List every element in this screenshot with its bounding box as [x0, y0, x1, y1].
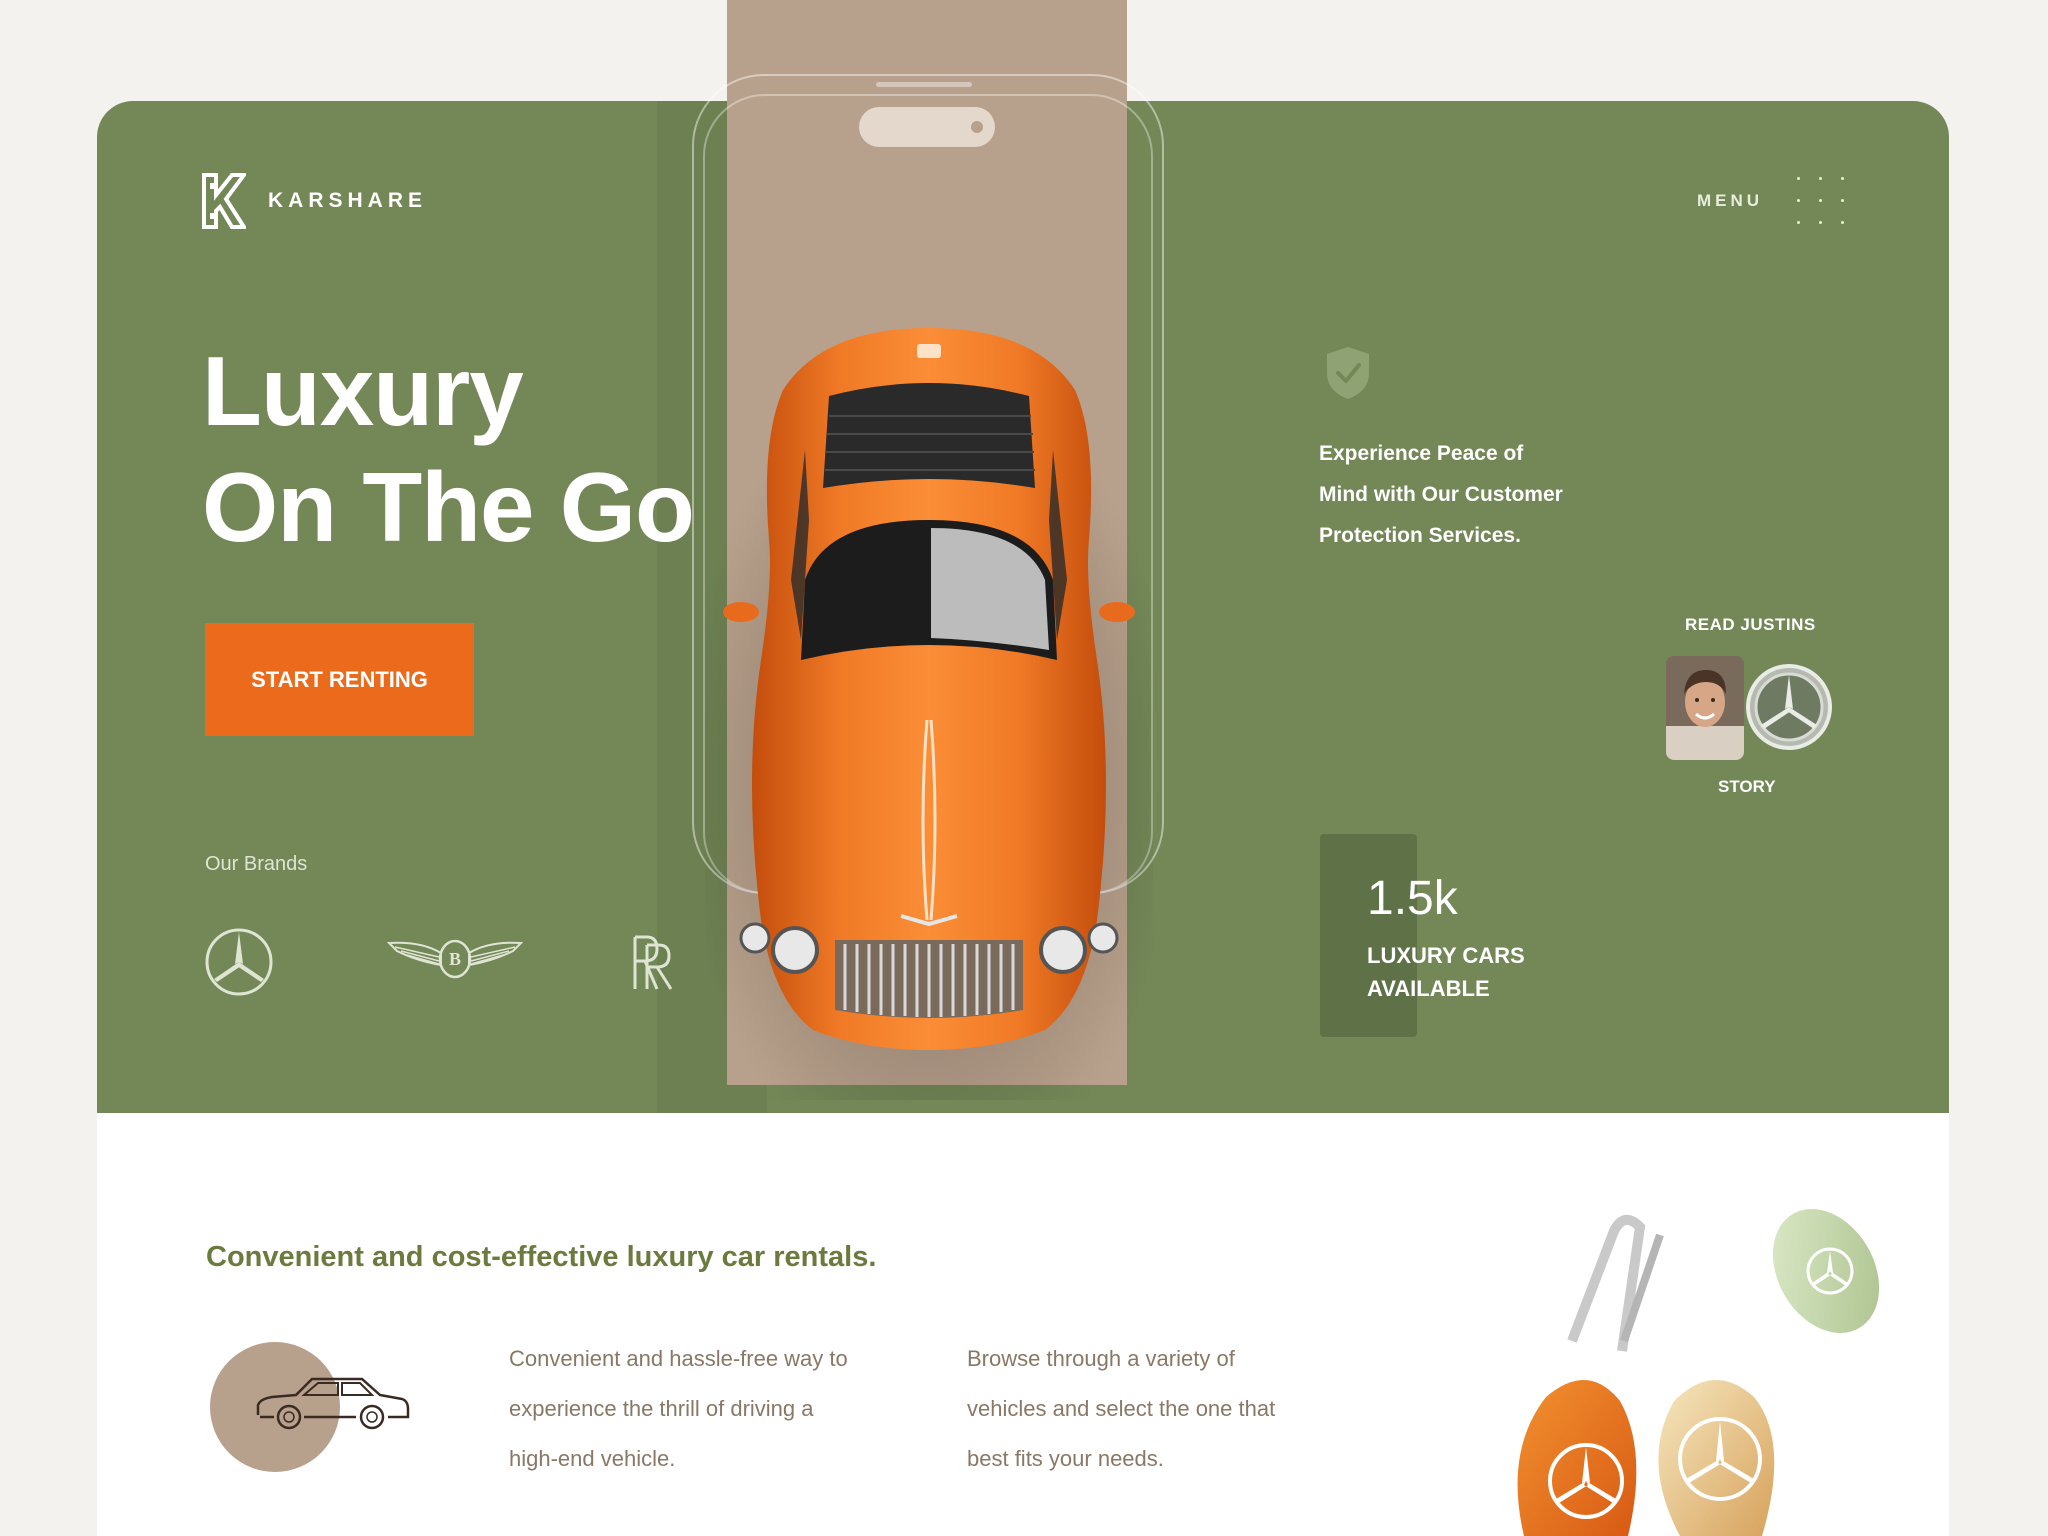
brands-label: Our Brands — [205, 853, 308, 875]
stat-accent-box — [1320, 834, 1417, 1037]
feature-2-line-2: vehicles and select the one that — [967, 1396, 1276, 1421]
svg-text:B: B — [449, 949, 461, 969]
mercedes-badge-icon — [1746, 664, 1832, 750]
protection-line-1: Experience Peace of — [1319, 442, 1524, 465]
stat-label-line-2: AVAILABLE — [1367, 976, 1490, 1001]
menu-label: MENU — [1696, 190, 1763, 210]
feature-description-2: Browse through a variety of vehicles and… — [967, 1334, 1275, 1484]
customer-avatar[interactable] — [1666, 656, 1744, 760]
portrait-image — [1666, 656, 1744, 760]
brand-logo[interactable]: KARSHARE — [202, 173, 427, 229]
start-renting-button[interactable]: START RENTING — [205, 623, 474, 736]
car-outline-icon — [256, 1377, 410, 1430]
headline-line-2: On The Go — [202, 452, 695, 562]
protection-text: Experience Peace of Mind with Our Custom… — [1319, 433, 1639, 556]
shield-check-icon — [1327, 347, 1369, 399]
karshare-logo-icon — [202, 173, 246, 229]
section-title: Convenient and cost-effective luxury car… — [206, 1241, 877, 1273]
stat-value: 1.5k — [1367, 872, 1458, 925]
story-link-top[interactable]: READ JUSTINS — [1685, 615, 1816, 635]
phone-dynamic-island — [859, 107, 995, 147]
feature-2-line-3: best fits your needs. — [967, 1446, 1164, 1471]
phone-speaker-bar — [876, 82, 972, 87]
menu-button[interactable]: MENU — [1697, 177, 1844, 224]
rolls-royce-logo-icon[interactable] — [631, 933, 677, 993]
feature-1-line-1: Convenient and hassle-free way to — [509, 1346, 848, 1371]
headline-line-1: Luxury — [202, 336, 524, 446]
orange-luxury-car-image — [705, 328, 1153, 1100]
story-link-bottom[interactable]: STORY — [1718, 777, 1776, 797]
brand-name: KARSHARE — [268, 189, 428, 212]
grid-dots-icon — [1797, 177, 1844, 224]
feature-1-line-3: high-end vehicle. — [509, 1446, 676, 1471]
bentley-logo-icon[interactable]: B — [387, 935, 523, 983]
hero-headline: Luxury On The Go — [202, 333, 695, 565]
stat-label: LUXURY CARS AVAILABLE — [1367, 939, 1607, 1005]
protection-line-2: Mind with Our Customer — [1319, 483, 1563, 506]
feature-1-line-2: experience the thrill of driving a — [509, 1396, 814, 1421]
feature-2-line-1: Browse through a variety of — [967, 1346, 1235, 1371]
car-keys-image — [1517, 1209, 1880, 1536]
mercedes-benz-logo-icon[interactable] — [204, 927, 274, 997]
feature-description-1: Convenient and hassle-free way to experi… — [509, 1334, 848, 1484]
stat-label-line-1: LUXURY CARS — [1367, 943, 1525, 968]
protection-line-3: Protection Services. — [1319, 524, 1521, 547]
